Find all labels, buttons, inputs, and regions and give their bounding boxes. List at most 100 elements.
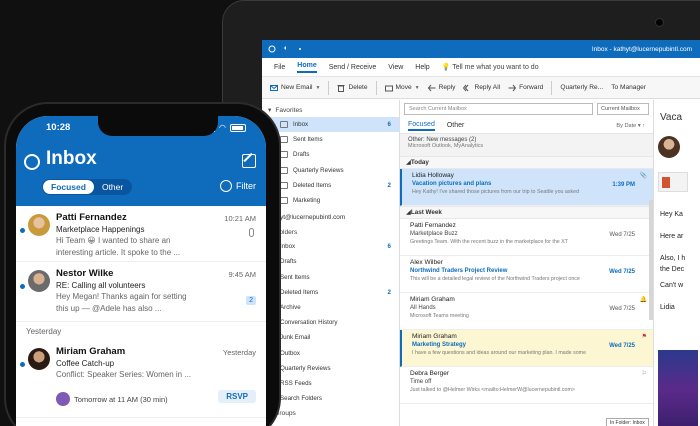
tab-view[interactable]: View bbox=[388, 64, 403, 71]
folders-header[interactable]: ▾ Folders bbox=[262, 224, 399, 239]
message-sender: Miriam Graham bbox=[410, 296, 455, 303]
reading-subject: Vaca bbox=[660, 112, 683, 123]
laptop-camera bbox=[655, 18, 664, 27]
calendar-icon bbox=[56, 392, 70, 406]
folder-drafts[interactable]: Drafts bbox=[262, 254, 399, 269]
rsvp-button[interactable]: RSVP bbox=[218, 390, 256, 403]
folder-label: Outbox bbox=[280, 349, 300, 357]
other-inbox-notice[interactable]: Other: New messages (2) Microsoft Outloo… bbox=[400, 134, 653, 156]
quick-step-quarterly-label: Quarterly Re... bbox=[560, 84, 604, 91]
folder-deleted-items[interactable]: Deleted Items 2 bbox=[262, 285, 399, 300]
folder-label: Inbox bbox=[280, 243, 296, 251]
favorite-drafts[interactable]: Drafts bbox=[262, 147, 399, 162]
list-scrollbar[interactable] bbox=[649, 200, 653, 320]
group-header-today[interactable]: ◢ Today bbox=[400, 156, 653, 169]
new-email-label: New Email bbox=[281, 84, 313, 91]
favorite-sent-items[interactable]: Sent Items bbox=[262, 132, 399, 147]
reply-all-button[interactable]: Reply All bbox=[463, 84, 500, 92]
folder-search-folders[interactable]: ›Search Folders bbox=[262, 391, 399, 406]
flag-icon[interactable]: ⚐ bbox=[642, 370, 647, 377]
message-preview: This will be a detailed legal review of … bbox=[410, 276, 580, 282]
message-row[interactable]: Patti Fernandez Marketplace Buzz Greetin… bbox=[400, 219, 653, 256]
message-sender: Debra Berger bbox=[410, 370, 450, 377]
quick-step-manager[interactable]: To Manager bbox=[611, 84, 646, 91]
folder-icon bbox=[280, 197, 288, 205]
folder-sent-items[interactable]: Sent Items bbox=[262, 270, 399, 285]
tab-other[interactable]: Other bbox=[94, 180, 131, 194]
draft-icon bbox=[280, 151, 288, 159]
message-row[interactable]: Debra Berger Time off Just talked to @He… bbox=[400, 367, 653, 404]
delete-button[interactable]: Delete bbox=[337, 84, 368, 92]
tab-focused[interactable]: Focused bbox=[408, 121, 435, 131]
message-time: Wed 7/25 bbox=[609, 343, 635, 349]
trash-icon bbox=[337, 84, 345, 92]
search-input[interactable]: Search Current Mailbox bbox=[404, 103, 593, 115]
powerpoint-icon bbox=[662, 177, 670, 188]
message-time: 9:45 AM bbox=[228, 270, 256, 279]
filter-button[interactable]: Filter bbox=[220, 180, 256, 192]
paperclip-icon bbox=[249, 228, 254, 237]
sync-icon[interactable] bbox=[268, 45, 276, 53]
more-icon[interactable] bbox=[296, 45, 304, 53]
tab-send-receive[interactable]: Send / Receive bbox=[329, 64, 376, 71]
inbox-icon bbox=[280, 121, 288, 129]
favorite-marketing[interactable]: Marketing bbox=[262, 193, 399, 208]
quick-access-toolbar bbox=[268, 45, 328, 53]
forward-button[interactable]: Forward bbox=[508, 84, 543, 92]
favorites-header[interactable]: ▾ Favorites bbox=[262, 102, 399, 117]
sort-label: By Date bbox=[616, 122, 637, 129]
folder-rss-feeds[interactable]: RSS Feeds bbox=[262, 376, 399, 391]
message-subject: Coffee Catch-up bbox=[56, 359, 115, 368]
folder-archive[interactable]: Archive bbox=[262, 300, 399, 315]
folder-quarterly-reviews[interactable]: Quarterly Reviews bbox=[262, 361, 399, 376]
reply-button[interactable]: Reply bbox=[427, 84, 455, 92]
sort-dropdown[interactable]: By Date ▾ ↑ bbox=[616, 123, 645, 129]
mobile-message-row[interactable]: Nestor Wilke RE: Calling all volunteers … bbox=[16, 262, 266, 322]
mobile-message-row[interactable]: Patti Fernandez Marketplace Happenings H… bbox=[16, 206, 266, 262]
folder-conversation-history[interactable]: Conversation History bbox=[262, 315, 399, 330]
undo-icon[interactable] bbox=[282, 45, 290, 53]
favorite-inbox[interactable]: Inbox 6 bbox=[262, 117, 399, 133]
message-row[interactable]: Miriam Graham All Hands Microsoft Teams … bbox=[400, 293, 653, 330]
move-button[interactable]: Move ▼ bbox=[384, 84, 420, 92]
ribbon-tabs: File Home Send / Receive View Help 💡 Tel… bbox=[262, 58, 700, 77]
message-row[interactable]: Alex Wilber Northwind Traders Project Re… bbox=[400, 256, 653, 293]
tab-help[interactable]: Help bbox=[415, 64, 429, 71]
compose-icon[interactable] bbox=[242, 154, 256, 168]
window-title: Inbox - kathyt@lucernepubintl.com bbox=[591, 45, 692, 53]
folder-junk-email[interactable]: Junk Email bbox=[262, 330, 399, 345]
flag-icon[interactable]: ⚑ bbox=[642, 333, 647, 340]
tab-other[interactable]: Other bbox=[447, 122, 465, 129]
message-subject: Vacation pictures and plans bbox=[412, 181, 492, 187]
tell-me-box[interactable]: 💡 Tell me what you want to do bbox=[442, 63, 539, 71]
account-avatar-icon[interactable] bbox=[24, 154, 40, 170]
attachment-thumbnail[interactable] bbox=[658, 172, 688, 192]
quick-step-manager-label: To Manager bbox=[611, 84, 647, 91]
message-row[interactable]: Lidia Holloway Vacation pictures and pla… bbox=[400, 169, 653, 206]
folder-label: Quarterly Reviews bbox=[280, 364, 331, 372]
group-header-last-week[interactable]: ◢ Last Week bbox=[400, 206, 653, 219]
reply-icon bbox=[427, 84, 436, 92]
tab-file[interactable]: File bbox=[274, 64, 285, 71]
body-line: Can't w bbox=[660, 282, 684, 289]
message-sender: Lidia Holloway bbox=[412, 172, 454, 179]
search-scope-dropdown[interactable]: Current Mailbox bbox=[597, 103, 649, 115]
body-line: Lidia bbox=[660, 304, 675, 311]
chevron-down-icon: ▼ bbox=[414, 84, 420, 91]
tab-focused[interactable]: Focused bbox=[43, 180, 94, 194]
folder-outbox[interactable]: Outbox bbox=[262, 345, 399, 360]
tab-home[interactable]: Home bbox=[297, 62, 317, 73]
status-time: 10:28 bbox=[46, 122, 71, 133]
mobile-message-row[interactable]: Miriam Graham Coffee Catch-up Conflict: … bbox=[16, 340, 266, 418]
message-preview: Hey Megan! Thanks again for setting bbox=[56, 292, 187, 301]
new-email-button[interactable]: New Email ▼ bbox=[270, 84, 320, 92]
favorite-deleted-items[interactable]: Deleted Items 2 bbox=[262, 178, 399, 193]
message-row[interactable]: Miriam Graham Marketing Strategy I have … bbox=[400, 330, 653, 367]
favorite-quarterly-reviews[interactable]: Quarterly Reviews bbox=[262, 163, 399, 178]
account-name[interactable]: kathyt@lucernepubintl.com bbox=[262, 208, 399, 224]
groups-header[interactable]: › Groups bbox=[262, 406, 399, 420]
message-preview: this up — @Adele has also ... bbox=[56, 304, 162, 313]
quick-step-quarterly[interactable]: Quarterly Re... bbox=[560, 84, 603, 91]
folder-inbox[interactable]: Inbox 6 bbox=[262, 239, 399, 254]
message-preview: Greetings Team. With the recent buzz in … bbox=[410, 239, 568, 245]
